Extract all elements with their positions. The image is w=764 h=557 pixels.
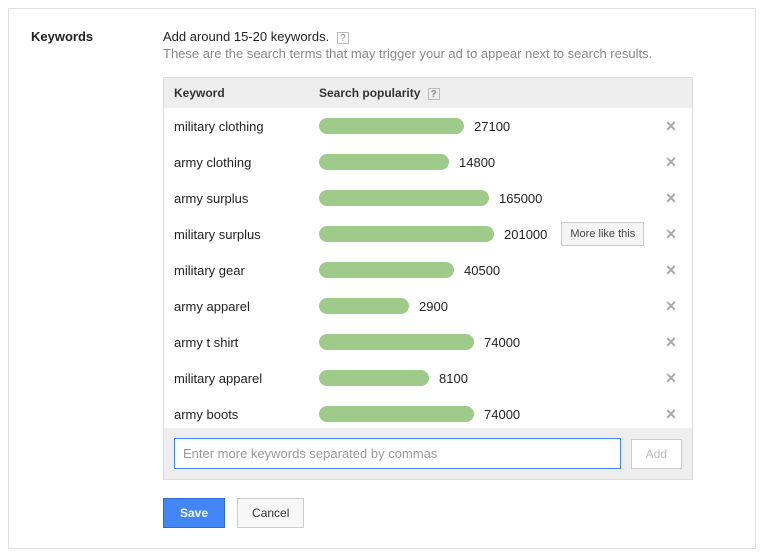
keyword-name: military surplus <box>174 227 319 242</box>
panel-header: Keywords Add around 15-20 keywords. ? Th… <box>31 29 733 61</box>
keyword-popularity: 40500 <box>319 262 658 278</box>
subhead-line2: These are the search terms that may trig… <box>163 46 733 61</box>
keyword-popularity: 27100 <box>319 118 658 134</box>
keyword-name: army clothing <box>174 155 319 170</box>
table-row: military gear 40500 × <box>164 252 692 288</box>
popularity-value: 74000 <box>484 335 520 350</box>
help-icon[interactable]: ? <box>428 88 440 100</box>
close-icon[interactable]: × <box>658 261 684 279</box>
keyword-name: army surplus <box>174 191 319 206</box>
popularity-bar <box>319 406 474 422</box>
subhead-line1: Add around 15-20 keywords. ? <box>163 29 733 44</box>
close-icon[interactable]: × <box>658 333 684 351</box>
cancel-button[interactable]: Cancel <box>237 498 304 528</box>
save-button[interactable]: Save <box>163 498 225 528</box>
add-keyword-input[interactable] <box>174 438 621 469</box>
close-icon[interactable]: × <box>658 117 684 135</box>
popularity-value: 165000 <box>499 191 542 206</box>
close-icon[interactable]: × <box>658 297 684 315</box>
keyword-popularity: 2900 <box>319 298 658 314</box>
popularity-value: 40500 <box>464 263 500 278</box>
keyword-popularity: 74000 <box>319 406 658 422</box>
column-header-keyword: Keyword <box>174 86 319 100</box>
column-header-popularity-text: Search popularity <box>319 86 420 100</box>
keyword-name: military clothing <box>174 119 319 134</box>
close-icon[interactable]: × <box>658 153 684 171</box>
more-like-this-button[interactable]: More like this <box>561 222 644 246</box>
subhead-line1-text: Add around 15-20 keywords. <box>163 29 329 44</box>
footer-buttons: Save Cancel <box>163 498 733 528</box>
popularity-bar <box>319 190 489 206</box>
close-icon[interactable]: × <box>658 225 684 243</box>
keywords-table-header: Keyword Search popularity ? <box>164 78 692 108</box>
keywords-list[interactable]: military clothing 27100 × army clothing 1480… <box>164 108 692 428</box>
table-row: military apparel 8100 × <box>164 360 692 396</box>
popularity-bar <box>319 370 429 386</box>
keyword-popularity: 8100 <box>319 370 658 386</box>
column-header-popularity: Search popularity ? <box>319 86 682 100</box>
popularity-value: 74000 <box>484 407 520 422</box>
table-row: army apparel 2900 × <box>164 288 692 324</box>
keywords-panel: Keywords Add around 15-20 keywords. ? Th… <box>8 8 756 549</box>
keyword-popularity: 14800 <box>319 154 658 170</box>
section-subhead: Add around 15-20 keywords. ? These are t… <box>163 29 733 61</box>
table-row: army t shirt 74000 × <box>164 324 692 360</box>
table-row: military surplus 201000 More like this × <box>164 216 692 252</box>
add-button[interactable]: Add <box>631 439 682 469</box>
popularity-bar <box>319 262 454 278</box>
popularity-bar <box>319 154 449 170</box>
keyword-name: military apparel <box>174 371 319 386</box>
popularity-value: 27100 <box>474 119 510 134</box>
popularity-value: 2900 <box>419 299 448 314</box>
section-title: Keywords <box>31 29 131 44</box>
keyword-name: military gear <box>174 263 319 278</box>
popularity-bar <box>319 118 464 134</box>
popularity-bar <box>319 334 474 350</box>
table-row: army boots 74000 × <box>164 396 692 428</box>
keywords-box: Keyword Search popularity ? military clo… <box>163 77 693 480</box>
keyword-name: army apparel <box>174 299 319 314</box>
keyword-popularity: 74000 <box>319 334 658 350</box>
close-icon[interactable]: × <box>658 189 684 207</box>
table-row: army clothing 14800 × <box>164 144 692 180</box>
keyword-name: army boots <box>174 407 319 422</box>
close-icon[interactable]: × <box>658 405 684 423</box>
popularity-value: 8100 <box>439 371 468 386</box>
keyword-popularity: 165000 <box>319 190 658 206</box>
keyword-popularity: 201000 More like this <box>319 222 658 246</box>
add-keyword-bar: Add <box>164 428 692 479</box>
table-row: military clothing 27100 × <box>164 108 692 144</box>
table-row: army surplus 165000 × <box>164 180 692 216</box>
close-icon[interactable]: × <box>658 369 684 387</box>
keyword-name: army t shirt <box>174 335 319 350</box>
popularity-bar <box>319 226 494 242</box>
popularity-value: 201000 <box>504 227 547 242</box>
help-icon[interactable]: ? <box>337 32 349 44</box>
popularity-value: 14800 <box>459 155 495 170</box>
popularity-bar <box>319 298 409 314</box>
